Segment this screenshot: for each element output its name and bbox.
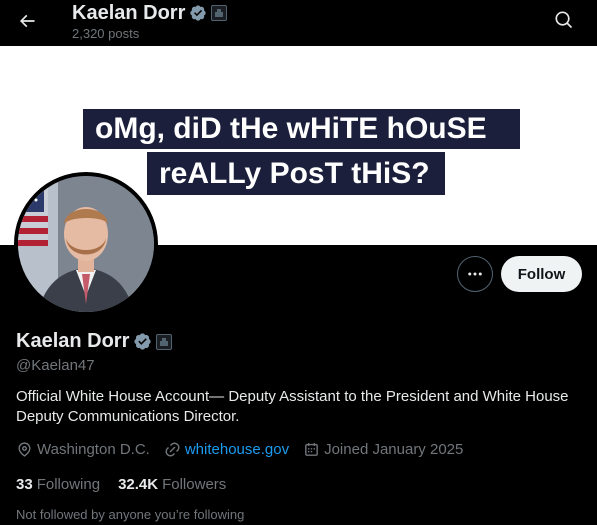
profile-bio: Official White House Account— Deputy Ass… [16,388,569,425]
profile-meta: Washington D.C. whitehouse.gov Joined Ja… [16,441,477,458]
posts-count: 2,320 posts [72,26,140,41]
following-count: 33 [16,476,33,493]
follow-button[interactable]: Follow [501,256,582,292]
followers-count: 32.4K [118,476,159,493]
joined-item: Joined January 2025 [303,441,463,458]
location-pin-icon [18,442,31,457]
government-affiliation-icon [211,5,228,21]
followers-link[interactable]: 32.4K Followers [118,476,226,493]
location-text: Washington D.C. [37,441,150,458]
search-icon [555,11,573,29]
profile-handle: @Kaelan47 [16,357,95,374]
banner-text-line-1: oMg, diD tHe wHiTE hOuSE [83,109,520,149]
followed-by-note: Not followed by anyone you’re following [16,507,245,522]
calendar-icon [305,443,318,456]
arrow-left-icon [19,14,35,28]
website-link[interactable]: whitehouse.gov [185,441,289,458]
more-options-button[interactable] [457,256,493,292]
follow-stats: 33 Following 32.4K Followers [16,476,244,493]
location-item: Washington D.C. [16,441,150,458]
header-name: Kaelan Dorr [72,1,186,24]
verified-badge-icon [190,5,207,21]
following-label: Following [36,476,101,493]
ellipsis-icon [468,272,482,276]
government-affiliation-icon[interactable] [156,333,173,350]
search-button[interactable] [548,4,580,36]
back-button[interactable] [10,4,44,38]
header-title: Kaelan Dorr [72,0,228,26]
following-link[interactable]: 33 Following [16,476,100,493]
display-name: Kaelan Dorr [16,330,130,352]
avatar[interactable] [14,172,158,316]
followers-label: Followers [162,476,227,493]
website-item: whitehouse.gov [164,441,289,458]
link-icon [165,442,180,457]
profile-header-bar: Kaelan Dorr 2,320 posts [0,0,597,46]
banner-text-line-2: reALLy PosT tHiS? [147,152,445,195]
profile-name-row: Kaelan Dorr [16,330,173,353]
verified-badge-icon[interactable] [133,332,152,351]
joined-text: Joined January 2025 [324,441,464,458]
